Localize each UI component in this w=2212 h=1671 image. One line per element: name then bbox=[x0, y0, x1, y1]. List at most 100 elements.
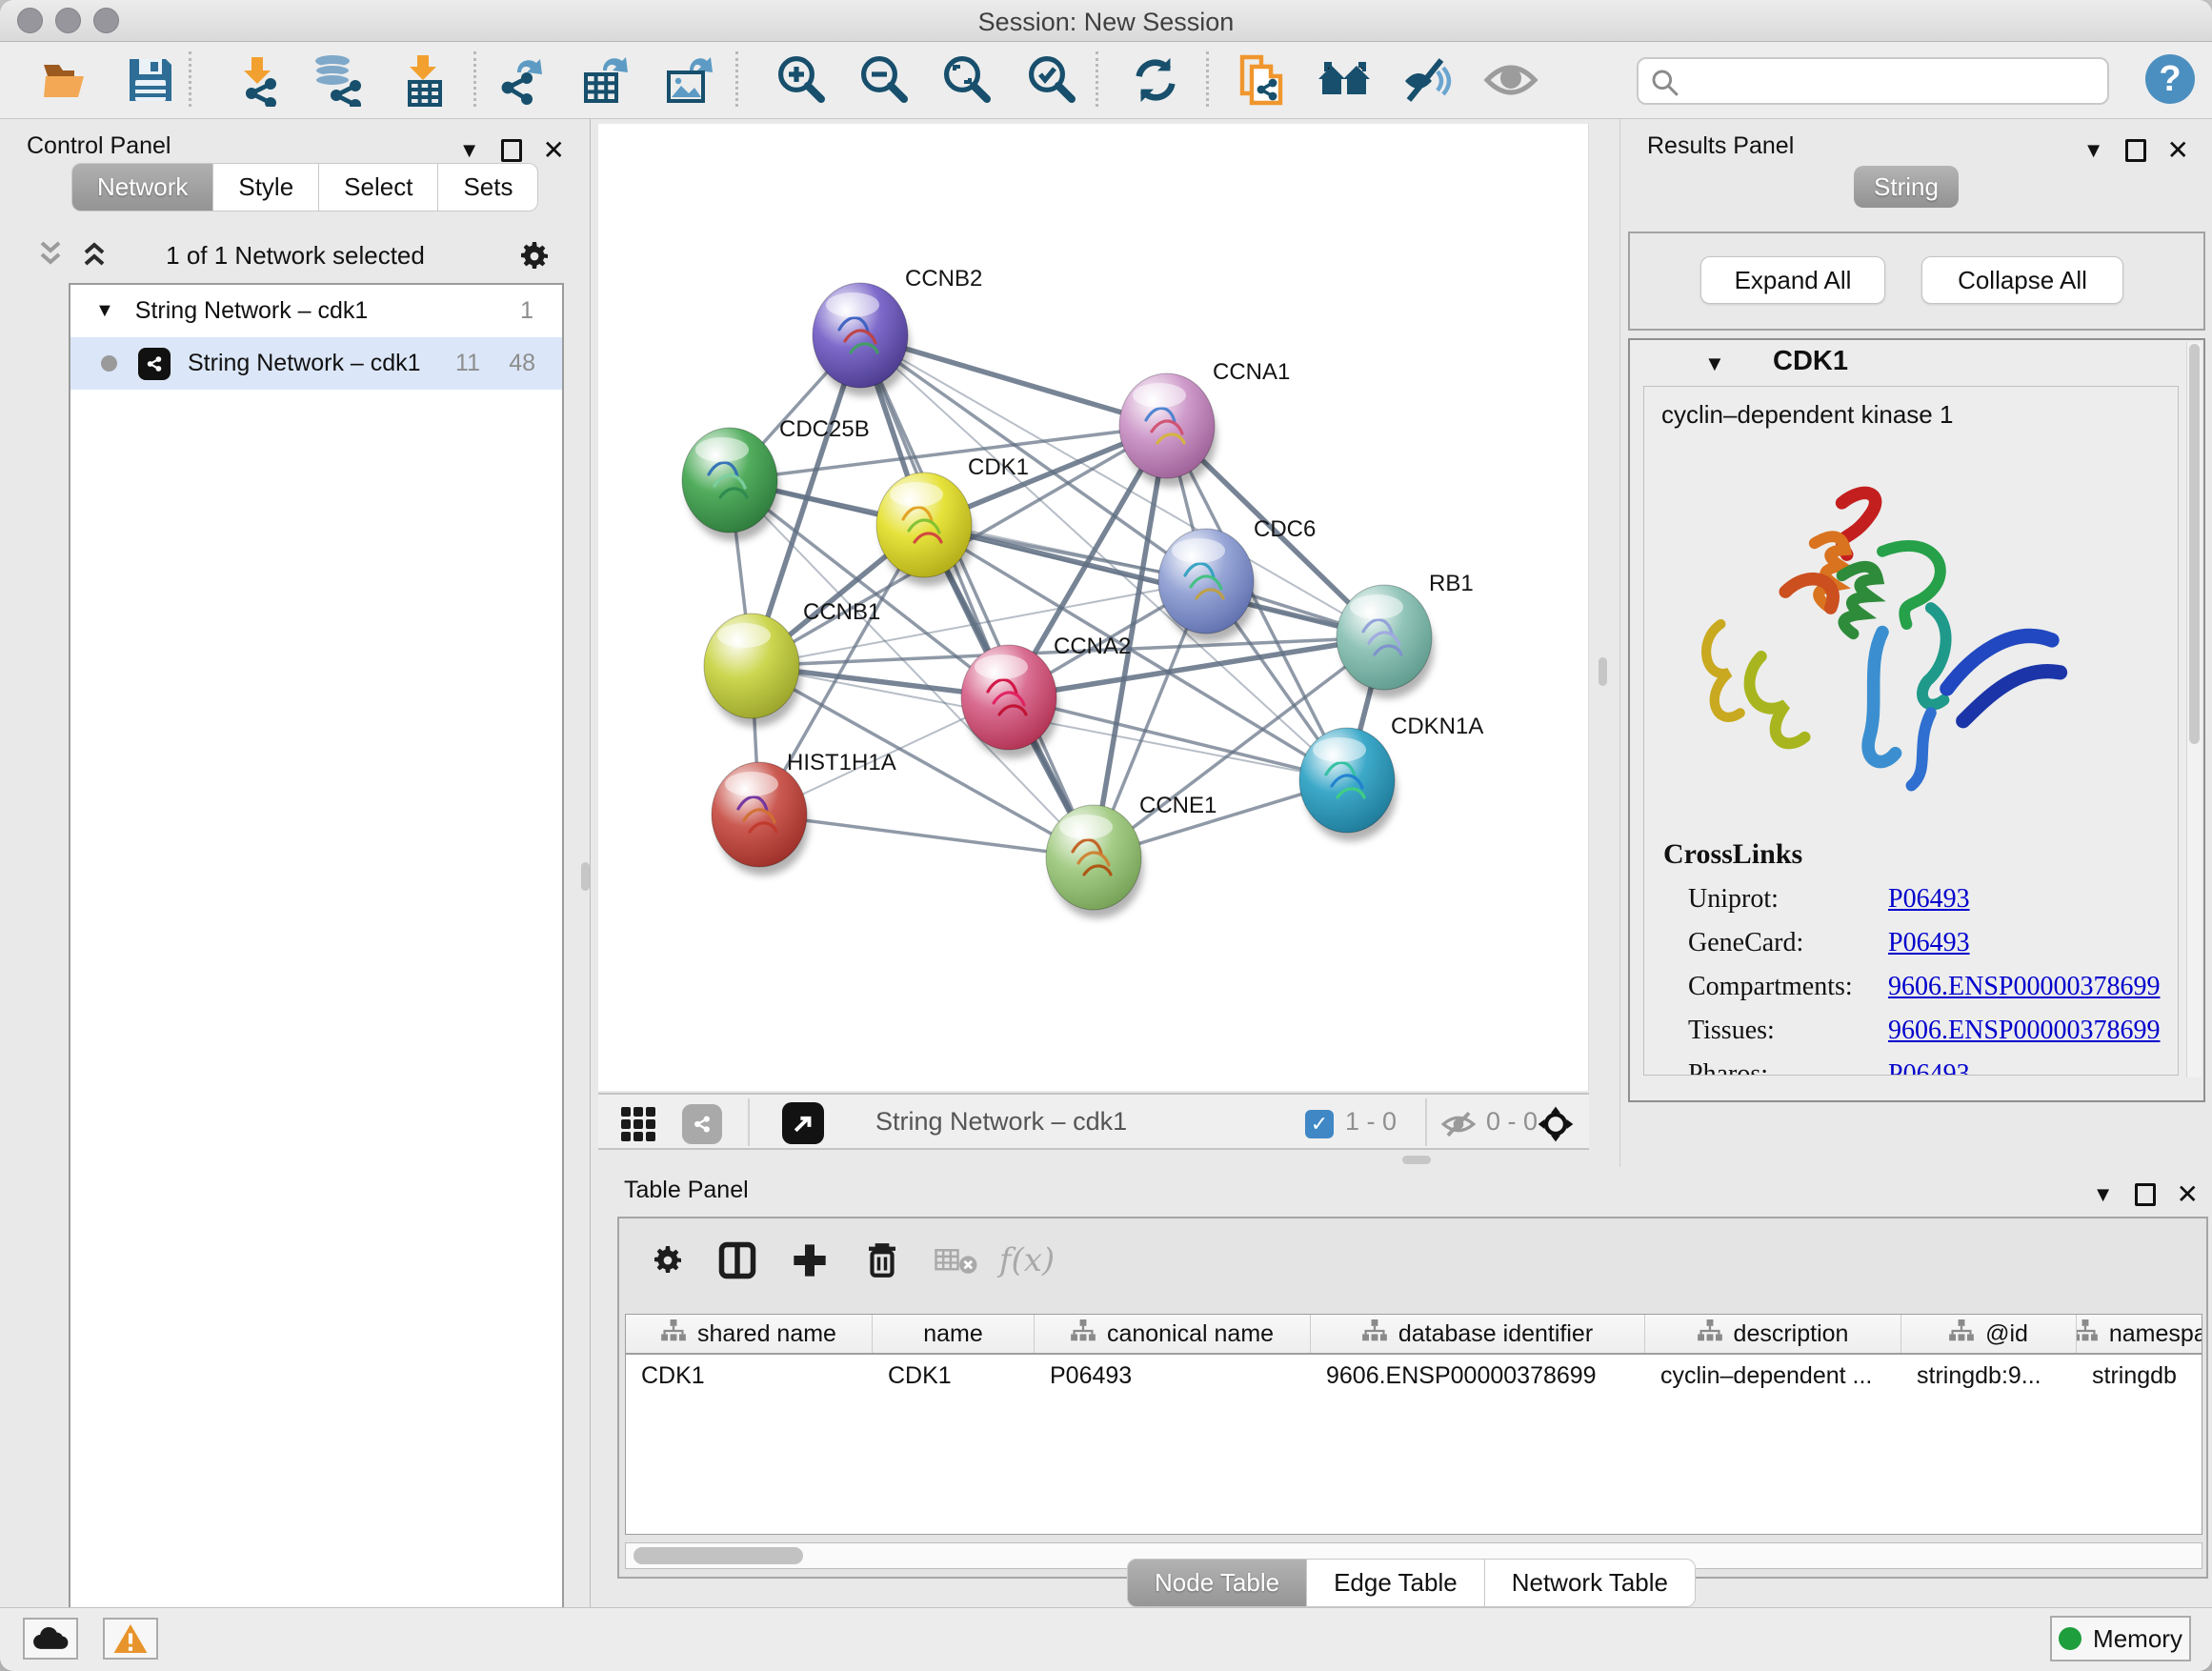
network-node-ccnb1[interactable] bbox=[704, 614, 801, 727]
network-node-cdk1[interactable] bbox=[876, 473, 974, 586]
cloud-button[interactable] bbox=[23, 1618, 78, 1660]
save-session-icon[interactable] bbox=[122, 51, 179, 109]
home-icon[interactable] bbox=[1316, 51, 1373, 109]
delete-table-icon[interactable] bbox=[930, 1234, 983, 1287]
hide-selected-icon[interactable] bbox=[1399, 51, 1457, 109]
hidden-eye-icon[interactable] bbox=[1440, 1110, 1477, 1143]
tab-style[interactable]: Style bbox=[213, 163, 319, 211]
scrollbar-thumb[interactable] bbox=[633, 1547, 803, 1564]
panel-splitter-handle[interactable] bbox=[581, 862, 590, 891]
network-node-cdc6[interactable] bbox=[1158, 529, 1256, 642]
zoom-out-icon[interactable] bbox=[855, 51, 912, 109]
network-edge[interactable] bbox=[759, 815, 1094, 857]
table-cell[interactable]: 9606.ENSP00000378699 bbox=[1311, 1355, 1645, 1397]
table-cell[interactable]: cyclin–dependent ... bbox=[1645, 1355, 1901, 1397]
collapse-all-button[interactable]: Collapse All bbox=[1921, 256, 2123, 304]
selected-filter-checkbox[interactable]: ✓ bbox=[1305, 1110, 1334, 1138]
table-options-gear-icon[interactable] bbox=[640, 1234, 694, 1287]
panel-float-icon[interactable] bbox=[2125, 139, 2146, 162]
network-share-icon[interactable] bbox=[682, 1104, 722, 1144]
table-cell[interactable]: stringdb:9... bbox=[1901, 1355, 2077, 1397]
column-header-canonical-name[interactable]: canonical name bbox=[1035, 1315, 1311, 1353]
show-all-icon[interactable] bbox=[1482, 51, 1539, 109]
import-network-database-icon[interactable] bbox=[309, 51, 366, 109]
horizontal-splitter-handle[interactable] bbox=[1402, 1156, 1431, 1164]
export-table-icon[interactable] bbox=[578, 51, 635, 109]
tab-string[interactable]: String bbox=[1854, 166, 1959, 208]
export-network-icon[interactable] bbox=[496, 51, 553, 109]
birdseye-toggle-icon[interactable] bbox=[1537, 1105, 1575, 1148]
tab-node-table[interactable]: Node Table bbox=[1127, 1559, 1307, 1607]
table-cell[interactable]: CDK1 bbox=[873, 1355, 1035, 1397]
column-header-shared-name[interactable]: shared name bbox=[626, 1315, 873, 1353]
crosslink-value-link[interactable]: P06493 bbox=[1888, 928, 1970, 958]
entry-collapse-icon[interactable]: ▼ bbox=[1704, 352, 1725, 376]
show-columns-icon[interactable] bbox=[711, 1234, 764, 1287]
table-cell[interactable]: P06493 bbox=[1035, 1355, 1311, 1397]
open-session-icon[interactable] bbox=[38, 51, 95, 109]
network-node-cdc25b[interactable] bbox=[682, 428, 779, 541]
network-node-ccna2[interactable] bbox=[961, 645, 1058, 758]
table-row[interactable]: CDK1CDK1P064939606.ENSP00000378699cyclin… bbox=[626, 1355, 2202, 1397]
column-header-namespace[interactable]: namespace bbox=[2077, 1315, 2202, 1353]
crosslink-value-link[interactable]: P06493 bbox=[1888, 1059, 1970, 1076]
search-input[interactable] bbox=[1637, 57, 2109, 105]
delete-column-icon[interactable] bbox=[855, 1234, 909, 1287]
network-options-gear-icon[interactable] bbox=[514, 237, 553, 280]
crosslink-value-link[interactable]: 9606.ENSP00000378699 bbox=[1888, 1016, 2160, 1046]
network-node-hist1h1a[interactable] bbox=[712, 762, 809, 876]
network-row[interactable]: String Network – cdk1 11 48 bbox=[70, 337, 562, 390]
zoom-in-icon[interactable] bbox=[772, 51, 829, 109]
column-header-database-identifier[interactable]: database identifier bbox=[1311, 1315, 1645, 1353]
column-header--id[interactable]: @id bbox=[1901, 1315, 2077, 1353]
network-node-cdkn1a[interactable] bbox=[1299, 728, 1397, 841]
panel-close-icon[interactable]: ✕ bbox=[2177, 1178, 2199, 1210]
refresh-icon[interactable] bbox=[1127, 51, 1184, 109]
scrollbar-thumb[interactable] bbox=[2189, 344, 2200, 744]
crosslink-value-link[interactable]: P06493 bbox=[1888, 884, 1970, 915]
expand-all-button[interactable]: Expand All bbox=[1700, 256, 1885, 304]
tree-expand-icon[interactable]: ▼ bbox=[95, 300, 114, 322]
export-image-icon[interactable] bbox=[661, 51, 718, 109]
node-table[interactable]: shared namenamecanonical namedatabase id… bbox=[625, 1314, 2202, 1535]
panel-float-icon[interactable] bbox=[501, 139, 522, 162]
panel-collapse-icon[interactable]: ▼ bbox=[2093, 1182, 2114, 1207]
tab-network[interactable]: Network bbox=[71, 163, 213, 211]
tab-edge-table[interactable]: Edge Table bbox=[1307, 1559, 1485, 1607]
copy-network-icon[interactable] bbox=[1233, 51, 1290, 109]
table-cell[interactable]: CDK1 bbox=[626, 1355, 873, 1397]
add-column-icon[interactable] bbox=[783, 1234, 836, 1287]
column-header-description[interactable]: description bbox=[1645, 1315, 1901, 1353]
crosslink-value-link[interactable]: 9606.ENSP00000378699 bbox=[1888, 972, 2160, 1002]
import-table-file-icon[interactable] bbox=[394, 51, 452, 109]
help-icon[interactable]: ? bbox=[2145, 54, 2195, 104]
network-edge[interactable] bbox=[860, 335, 1094, 857]
tab-sets[interactable]: Sets bbox=[438, 163, 538, 211]
vertical-splitter-handle[interactable] bbox=[1599, 657, 1607, 686]
panel-close-icon[interactable]: ✕ bbox=[2167, 134, 2189, 166]
panel-collapse-icon[interactable]: ▼ bbox=[2083, 138, 2104, 163]
results-vertical-scrollbar[interactable] bbox=[2186, 342, 2202, 1077]
function-builder-icon[interactable]: f(x) bbox=[1000, 1234, 1054, 1287]
table-cell[interactable]: stringdb bbox=[2077, 1355, 2202, 1397]
network-node-rb1[interactable] bbox=[1337, 585, 1434, 698]
import-network-file-icon[interactable] bbox=[229, 51, 286, 109]
network-collection-row[interactable]: ▼ String Network – cdk1 1 bbox=[70, 285, 562, 337]
panel-float-icon[interactable] bbox=[2135, 1183, 2156, 1206]
panel-collapse-icon[interactable]: ▼ bbox=[459, 138, 480, 163]
tab-network-table[interactable]: Network Table bbox=[1485, 1559, 1696, 1607]
network-node-ccna1[interactable] bbox=[1119, 373, 1217, 487]
column-header-name[interactable]: name bbox=[873, 1315, 1035, 1353]
network-node-ccnb2[interactable] bbox=[813, 283, 910, 396]
memory-button[interactable]: Memory bbox=[2050, 1616, 2191, 1661]
warnings-button[interactable] bbox=[103, 1618, 158, 1660]
entry-header[interactable]: ▼ CDK1 bbox=[1630, 340, 2203, 384]
panel-close-icon[interactable]: ✕ bbox=[543, 134, 565, 166]
network-node-ccne1[interactable] bbox=[1046, 805, 1143, 918]
grid-view-icon[interactable] bbox=[621, 1107, 657, 1141]
tab-select[interactable]: Select bbox=[319, 163, 438, 211]
network-canvas[interactable]: CCNB2CCNA1CDC25BCDK1CDC6RB1CCNB1CCNA2CDK… bbox=[598, 124, 1589, 1091]
zoom-selected-icon[interactable] bbox=[1022, 51, 1079, 109]
open-in-window-icon[interactable] bbox=[782, 1102, 824, 1144]
zoom-fit-icon[interactable] bbox=[937, 51, 995, 109]
